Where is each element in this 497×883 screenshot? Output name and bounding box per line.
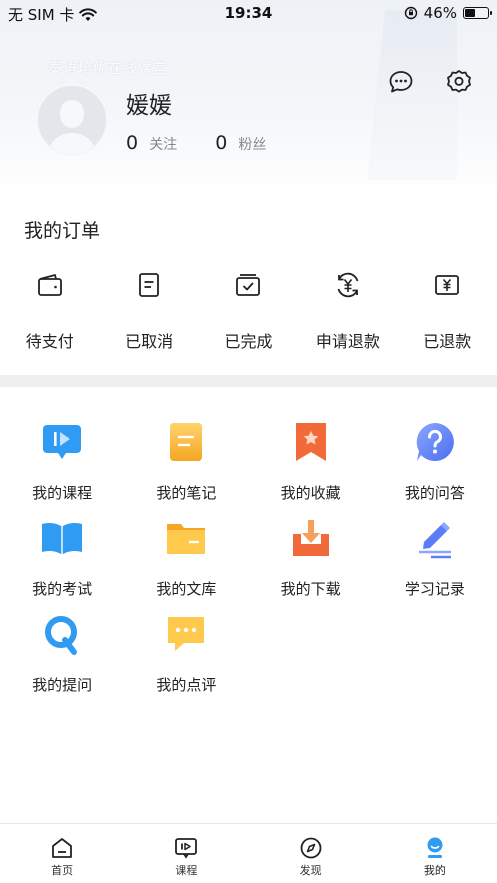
refunded-icon	[435, 275, 460, 295]
order-cancelled[interactable]: 已取消	[99, 270, 198, 352]
menu-label: 我的考试	[32, 580, 93, 598]
menu-my-exams[interactable]: 我的考试	[0, 516, 124, 612]
menu-my-favorites[interactable]: 我的收藏	[249, 420, 373, 516]
menu-my-library[interactable]: 我的文库	[124, 516, 248, 612]
order-pending-payment[interactable]: 待支付	[0, 270, 99, 352]
order-refund-request[interactable]: 申请退款	[298, 270, 397, 352]
completed-icon	[236, 274, 261, 296]
folder-icon	[167, 524, 206, 554]
menu-my-downloads[interactable]: 我的下载	[249, 516, 373, 612]
menu-label: 我的收藏	[280, 484, 341, 502]
bottom-tab-bar: 首页 课程 发现 我的	[0, 823, 497, 883]
order-label: 待支付	[25, 332, 74, 351]
order-label: 已完成	[224, 332, 273, 351]
menu-study-records[interactable]: 学习记录	[373, 516, 497, 612]
menu-my-qa[interactable]: 我的问答	[373, 420, 497, 516]
wallet-icon	[37, 274, 62, 296]
menu-label: 我的点评	[156, 676, 217, 694]
menu-label: 我的文库	[156, 580, 217, 598]
tab-discover[interactable]: 发现	[249, 824, 373, 883]
order-label: 已取消	[125, 332, 174, 351]
question-icon	[416, 423, 454, 461]
tab-label: 首页	[51, 864, 74, 877]
orders-row: 待支付 已取消 已完成 申请退款 已退款	[0, 270, 497, 352]
avatar[interactable]	[36, 84, 108, 156]
pen-record-icon	[418, 522, 451, 559]
document-icon	[139, 273, 159, 297]
feature-grid: 我的课程 我的笔记 我的收藏 我的问答 我的考试 我的文库 我的下载 学习记录 …	[0, 420, 497, 708]
course-tab-icon	[175, 838, 198, 859]
following-count: 0	[126, 132, 139, 154]
menu-label: 学习记录	[404, 580, 465, 598]
tab-courses[interactable]: 课程	[124, 824, 248, 883]
settings-gear-icon[interactable]	[445, 68, 473, 96]
section-divider	[0, 375, 497, 387]
comment-icon	[168, 617, 205, 651]
following-stat[interactable]: 0 关注	[126, 132, 177, 154]
battery-icon	[463, 7, 492, 19]
menu-my-notes[interactable]: 我的笔记	[124, 420, 248, 516]
q-icon	[45, 616, 78, 655]
menu-label: 我的笔记	[156, 484, 217, 502]
status-bar: 无 SIM 卡 19:34 46%	[0, 0, 497, 26]
battery-percent: 46%	[423, 4, 457, 22]
menu-my-reviews[interactable]: 我的点评	[124, 612, 248, 708]
tab-label: 我的	[423, 864, 446, 877]
profile-icon	[427, 837, 443, 858]
tab-home[interactable]: 首页	[0, 824, 124, 883]
battery-fill	[465, 9, 475, 17]
course-icon	[43, 425, 82, 459]
bookmark-icon	[295, 423, 326, 461]
order-refunded[interactable]: 已退款	[398, 270, 497, 352]
default-avatar-silhouette-icon	[38, 86, 106, 154]
download-icon	[292, 520, 329, 556]
home-icon	[52, 838, 73, 858]
orders-section-title: 我的订单	[24, 220, 101, 242]
header-watermark-text: 泰语培优在线课堂	[48, 61, 168, 77]
profile-stats: 0 关注 0 粉丝	[126, 132, 266, 154]
menu-label: 我的问答	[404, 484, 465, 502]
note-icon	[170, 423, 203, 461]
following-label: 关注	[149, 137, 178, 153]
menu-label: 我的下载	[280, 580, 341, 598]
order-label: 已退款	[423, 332, 472, 351]
menu-label: 我的课程	[32, 484, 93, 502]
followers-stat[interactable]: 0 粉丝	[215, 132, 266, 154]
username: 媛媛	[126, 93, 172, 119]
tab-mine[interactable]: 我的	[373, 824, 497, 883]
menu-my-questions[interactable]: 我的提问	[0, 612, 124, 708]
menu-my-courses[interactable]: 我的课程	[0, 420, 124, 516]
orientation-lock-icon	[404, 6, 417, 20]
order-label: 申请退款	[315, 332, 380, 351]
refund-request-icon	[337, 272, 359, 298]
compass-icon	[300, 837, 322, 859]
message-icon[interactable]	[387, 68, 415, 96]
followers-count: 0	[215, 132, 228, 154]
book-icon	[42, 522, 83, 554]
order-completed[interactable]: 已完成	[199, 270, 298, 352]
tab-label: 发现	[299, 864, 322, 877]
followers-label: 粉丝	[238, 137, 267, 153]
tab-label: 课程	[175, 864, 198, 877]
menu-label: 我的提问	[32, 676, 93, 694]
